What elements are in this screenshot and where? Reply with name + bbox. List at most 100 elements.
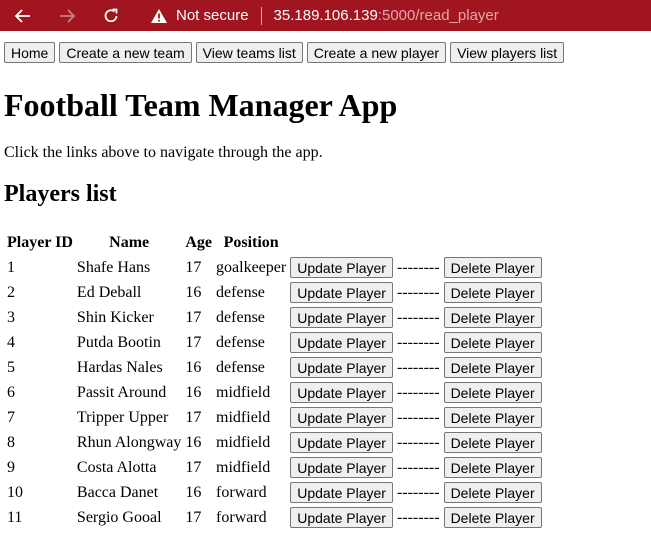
- table-row: 4 Putda Bootin 17 defense Update Player -----…: [6, 331, 543, 354]
- view-players-button[interactable]: View players list: [450, 42, 565, 63]
- separator-text: --------: [396, 258, 440, 276]
- delete-cell: Delete Player: [443, 456, 543, 479]
- player-name-cell: Hardas Nales: [76, 358, 163, 376]
- delete-cell: Delete Player: [443, 481, 543, 504]
- update-player-button[interactable]: Update Player: [290, 507, 393, 528]
- create-team-button[interactable]: Create a new team: [59, 42, 192, 63]
- create-player-button[interactable]: Create a new player: [306, 42, 447, 63]
- warning-icon[interactable]: [150, 7, 168, 25]
- header-spacer: [289, 232, 394, 254]
- header-player-id: Player ID: [7, 234, 73, 251]
- view-teams-button[interactable]: View teams list: [195, 42, 303, 63]
- header-spacer: [443, 232, 543, 254]
- separator-text: --------: [396, 508, 440, 526]
- player-name-cell: Ed Deball: [76, 283, 142, 301]
- address-divider: [260, 6, 262, 25]
- update-player-button[interactable]: Update Player: [290, 482, 393, 503]
- delete-player-button[interactable]: Delete Player: [443, 307, 542, 328]
- security-label[interactable]: Not secure: [176, 7, 249, 24]
- player-name-cell: Shafe Hans: [76, 258, 151, 276]
- player-id-cell: 7: [7, 408, 15, 426]
- update-cell: Update Player: [289, 306, 394, 329]
- table-row: 8 Rhun Alongway 16 midfield Update Player ---…: [6, 431, 543, 454]
- player-position-cell: defense: [216, 358, 265, 376]
- update-player-button[interactable]: Update Player: [290, 357, 393, 378]
- forward-icon[interactable]: [56, 5, 78, 27]
- player-age-cell: 17: [185, 508, 202, 526]
- update-player-button[interactable]: Update Player: [290, 382, 393, 403]
- nav-buttons: Home Create a new team View teams list C…: [4, 42, 565, 63]
- separator-text: --------: [396, 383, 440, 401]
- delete-player-button[interactable]: Delete Player: [443, 282, 542, 303]
- player-id-cell: 4: [7, 333, 15, 351]
- update-player-button[interactable]: Update Player: [290, 432, 393, 453]
- player-position-cell: midfield: [216, 383, 271, 401]
- player-id-cell: 1: [7, 258, 15, 276]
- player-position-cell: defense: [216, 283, 265, 301]
- player-age-cell: 16: [185, 358, 202, 376]
- home-button[interactable]: Home: [4, 42, 56, 63]
- section-title: Players list: [4, 181, 117, 207]
- delete-player-button[interactable]: Delete Player: [443, 257, 542, 278]
- separator-text: --------: [396, 408, 440, 426]
- player-name-cell: Tripper Upper: [76, 408, 169, 426]
- update-player-button[interactable]: Update Player: [290, 332, 393, 353]
- delete-cell: Delete Player: [443, 256, 543, 279]
- delete-player-button[interactable]: Delete Player: [443, 357, 542, 378]
- player-age-cell: 17: [185, 333, 202, 351]
- table-row: 1 Shafe Hans 17 goalkeeper Update Player ----…: [6, 256, 543, 279]
- address-bar[interactable]: 35.189.106.139:5000/read_player: [274, 7, 499, 24]
- delete-cell: Delete Player: [443, 281, 543, 304]
- separator-text: --------: [396, 308, 440, 326]
- player-age-cell: 17: [185, 308, 202, 326]
- update-cell: Update Player: [289, 481, 394, 504]
- url-host: 35.189.106.139: [273, 7, 378, 24]
- delete-player-button[interactable]: Delete Player: [443, 457, 542, 478]
- player-id-cell: 6: [7, 383, 15, 401]
- player-id-cell: 2: [7, 283, 15, 301]
- delete-player-button[interactable]: Delete Player: [443, 507, 542, 528]
- update-player-button[interactable]: Update Player: [290, 282, 393, 303]
- delete-player-button[interactable]: Delete Player: [443, 432, 542, 453]
- update-player-button[interactable]: Update Player: [290, 457, 393, 478]
- table-row: 6 Passit Around 16 midfield Update Player ---…: [6, 381, 543, 404]
- table-row: 10 Bacca Danet 16 forward Update Player -----…: [6, 481, 543, 504]
- delete-player-button[interactable]: Delete Player: [443, 382, 542, 403]
- player-age-cell: 16: [185, 483, 202, 501]
- update-player-button[interactable]: Update Player: [290, 257, 393, 278]
- separator-text: --------: [396, 458, 440, 476]
- separator-text: --------: [396, 283, 440, 301]
- table-row: 9 Costa Alotta 17 midfield Update Player ----…: [6, 456, 543, 479]
- delete-player-button[interactable]: Delete Player: [443, 332, 542, 353]
- table-row: 2 Ed Deball 16 defense Update Player --------…: [6, 281, 543, 304]
- player-name-cell: Sergio Gooal: [76, 508, 162, 526]
- delete-player-button[interactable]: Delete Player: [443, 407, 542, 428]
- table-header-row: Player ID Name Age Position: [6, 232, 543, 254]
- player-position-cell: forward: [216, 483, 267, 501]
- player-id-cell: 5: [7, 358, 15, 376]
- table-row: 11 Sergio Gooal 17 forward Update Player ----…: [6, 506, 543, 529]
- player-name-cell: Rhun Alongway: [76, 433, 182, 451]
- player-id-cell: 11: [7, 508, 23, 526]
- player-position-cell: forward: [216, 508, 267, 526]
- update-cell: Update Player: [289, 356, 394, 379]
- table-row: 5 Hardas Nales 16 defense Update Player -----…: [6, 356, 543, 379]
- player-position-cell: midfield: [216, 433, 271, 451]
- update-cell: Update Player: [289, 431, 394, 454]
- separator-text: --------: [396, 358, 440, 376]
- update-player-button[interactable]: Update Player: [290, 307, 393, 328]
- player-age-cell: 17: [185, 408, 202, 426]
- player-id-cell: 8: [7, 433, 15, 451]
- back-icon[interactable]: [12, 5, 34, 27]
- update-cell: Update Player: [289, 456, 394, 479]
- separator-text: --------: [396, 483, 440, 501]
- update-player-button[interactable]: Update Player: [290, 407, 393, 428]
- player-name-cell: Bacca Danet: [76, 483, 159, 501]
- player-id-cell: 3: [7, 308, 15, 326]
- reload-icon[interactable]: [100, 5, 122, 27]
- delete-cell: Delete Player: [443, 406, 543, 429]
- delete-cell: Delete Player: [443, 331, 543, 354]
- delete-cell: Delete Player: [443, 306, 543, 329]
- delete-cell: Delete Player: [443, 431, 543, 454]
- delete-player-button[interactable]: Delete Player: [443, 482, 542, 503]
